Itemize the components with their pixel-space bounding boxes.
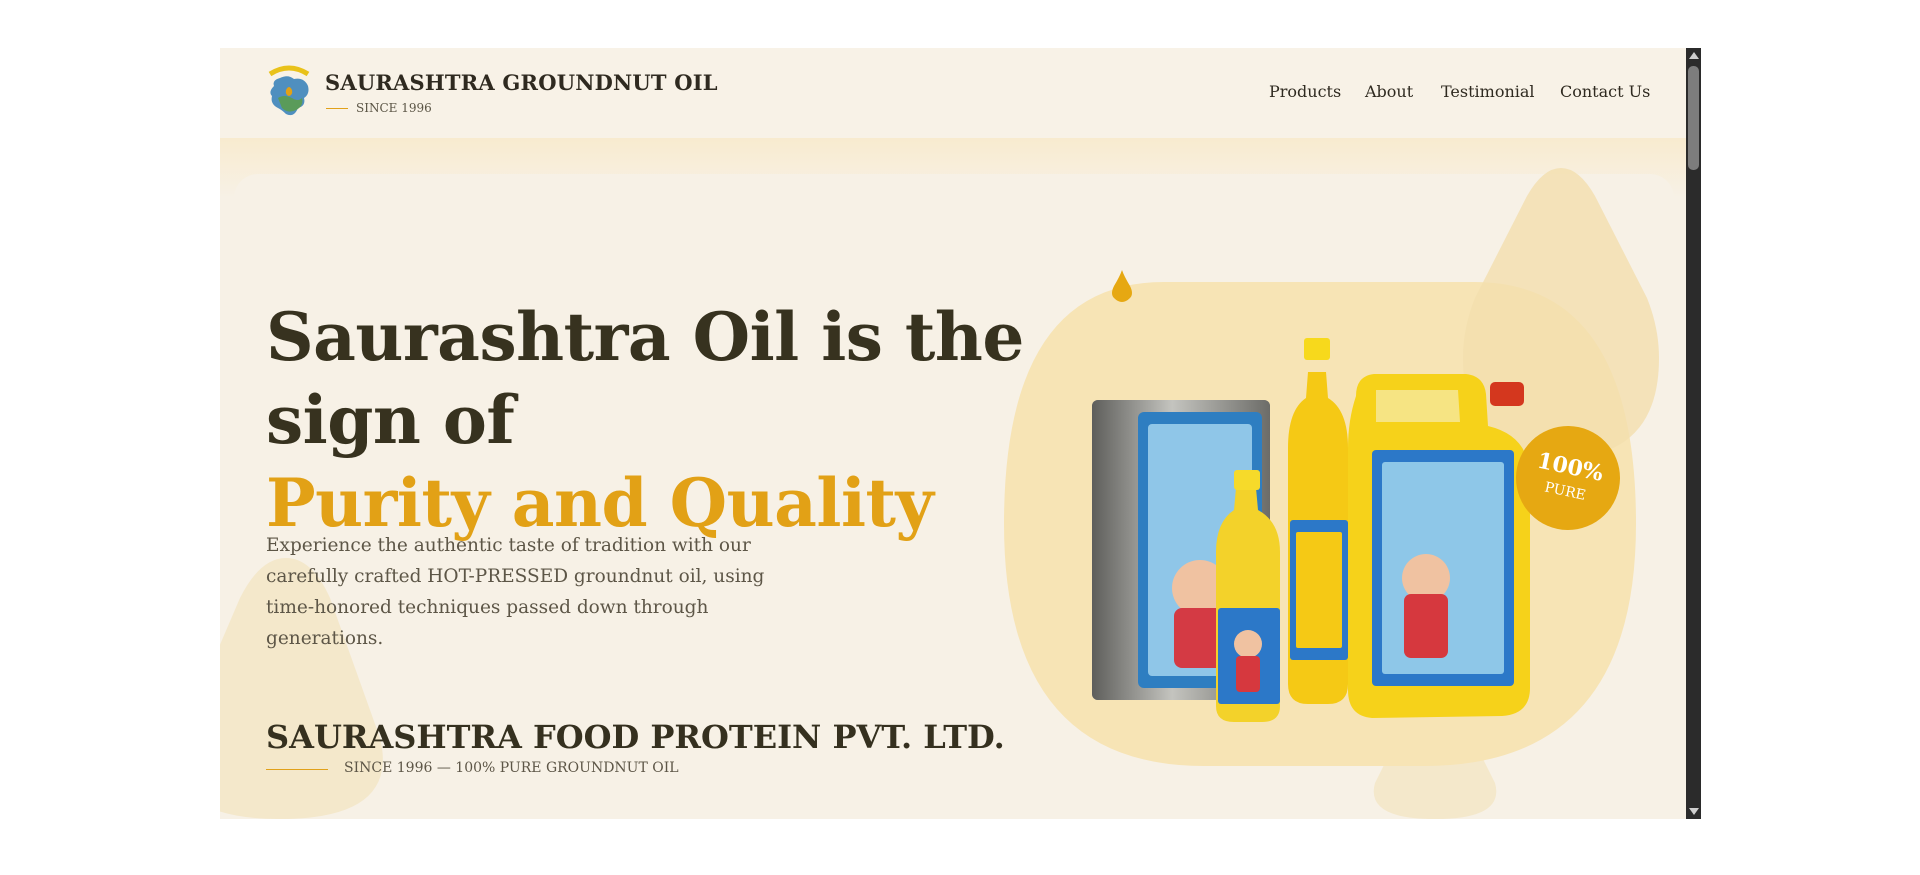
hero-heading-line-2: sign of [266, 381, 515, 459]
company-divider [266, 769, 328, 770]
oil-containers-image [1092, 338, 1530, 722]
nav-products[interactable]: Products [1269, 82, 1341, 101]
hero-heading-line-1: Saurashtra Oil is the [266, 298, 1024, 376]
browser-viewport: SAURASHTRA GROUNDNUT OIL SINCE 1996 Prod… [220, 48, 1701, 819]
nav-testimonial[interactable]: Testimonial [1441, 82, 1535, 101]
company-name: SAURASHTRA FOOD PROTEIN PVT. LTD. [266, 718, 1005, 756]
scroll-thumb[interactable] [1688, 66, 1699, 170]
scroll-down-icon[interactable] [1689, 808, 1699, 815]
oil-drop-icon [1112, 270, 1132, 302]
scroll-up-icon[interactable] [1689, 52, 1699, 59]
brand-divider [326, 108, 348, 109]
nav-about[interactable]: About [1365, 82, 1413, 101]
brand-title[interactable]: SAURASHTRA GROUNDNUT OIL [325, 70, 718, 95]
company-tagline: SINCE 1996 — 100% PURE GROUNDNUT OIL [344, 760, 679, 776]
brand-logo-icon[interactable] [264, 64, 314, 120]
hero-section: 100% PURE Saurashtra Oil is the sign of … [220, 138, 1686, 819]
vertical-scrollbar[interactable] [1686, 48, 1701, 819]
brand-since: SINCE 1996 [356, 101, 432, 115]
hero-description: Experience the authentic taste of tradit… [266, 535, 765, 649]
site-header: SAURASHTRA GROUNDNUT OIL SINCE 1996 Prod… [220, 48, 1686, 138]
nav-contact-us[interactable]: Contact Us [1560, 82, 1650, 101]
